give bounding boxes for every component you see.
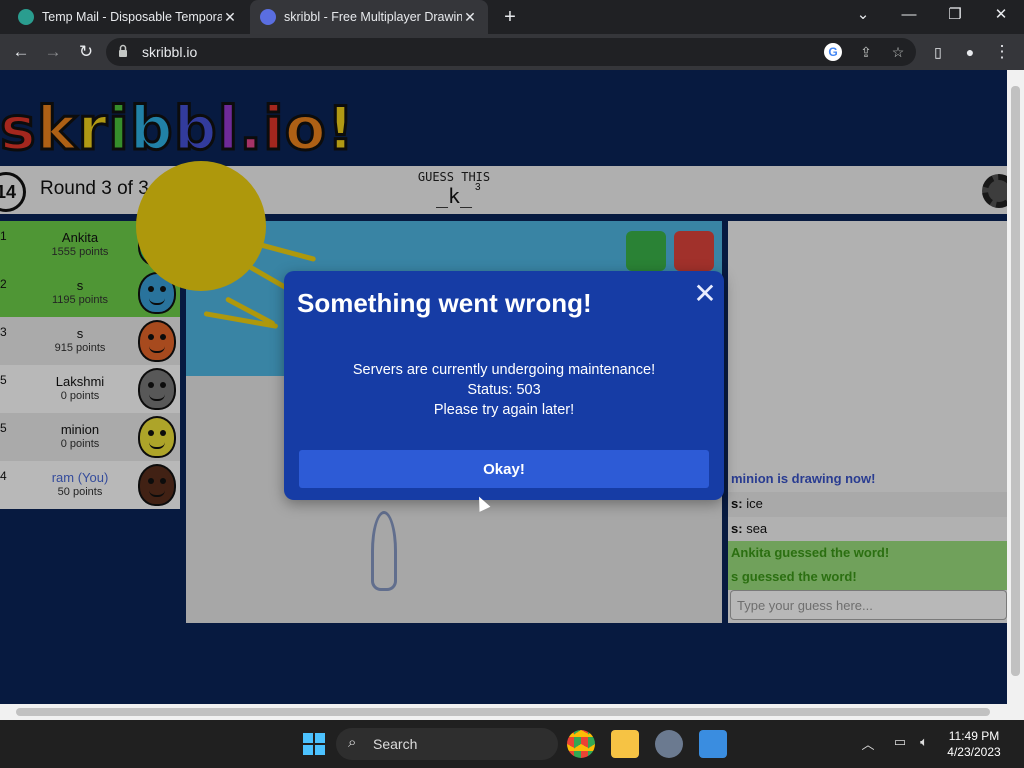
- windows-taskbar: ⌕ Search ︿ ▭ 🔈︎ 11:49 PM 4/23/2023: [0, 720, 1024, 768]
- minimize-button[interactable]: —: [886, 0, 932, 34]
- profile-icon[interactable]: ●: [958, 40, 982, 64]
- start-windows-icon[interactable]: [300, 730, 328, 758]
- clock-time: 11:49 PM: [948, 729, 1000, 743]
- dialog-message-line: Servers are currently undergoing mainten…: [352, 362, 656, 378]
- dialog-title: Something went wrong!: [297, 288, 592, 318]
- bookmark-star-icon[interactable]: ☆: [888, 42, 908, 62]
- search-icon: ⌕: [348, 734, 357, 751]
- restore-button[interactable]: ❐: [932, 0, 978, 34]
- scrollbar-thumb[interactable]: [16, 708, 990, 716]
- browser-toolbar: ← → ↻ skribbl.io G ⇪ ☆ ▯ ● ⋮: [0, 34, 1024, 70]
- skribbl-page: skribbl.io! 14 Round 3 of 3 GUESS THIS _…: [0, 70, 1007, 704]
- tab-close-icon[interactable]: ✕: [462, 9, 478, 26]
- vertical-scrollbar[interactable]: [1007, 70, 1024, 704]
- horizontal-scrollbar[interactable]: [0, 704, 1024, 720]
- new-tab-button[interactable]: +: [498, 5, 522, 29]
- address-bar[interactable]: skribbl.io G ⇪ ☆: [106, 38, 916, 66]
- temp-mail-favicon-icon: [18, 9, 34, 25]
- skribbl-favicon-icon: [260, 9, 276, 25]
- dialog-message-line: Please try again later!: [433, 402, 575, 418]
- volume-icon[interactable]: 🔈︎: [914, 734, 934, 750]
- error-dialog: Something went wrong! ✕ Servers are curr…: [284, 271, 724, 500]
- settings-app-icon[interactable]: [655, 730, 683, 758]
- back-button[interactable]: ←: [9, 40, 33, 64]
- lock-icon: [119, 44, 127, 57]
- tab-skribbl[interactable]: skribbl - Free Multiplayer Drawing & Gue…: [250, 0, 488, 34]
- taskbar-search[interactable]: ⌕ Search: [336, 728, 558, 760]
- close-window-button[interactable]: ✕: [978, 0, 1024, 34]
- reload-button[interactable]: ↻: [74, 40, 98, 64]
- network-icon[interactable]: ▭: [890, 734, 910, 750]
- taskbar-clock[interactable]: 11:49 PM 4/23/2023: [932, 728, 1016, 760]
- show-hidden-icons-chevron-icon[interactable]: ︿: [860, 734, 876, 753]
- tab-temp-mail[interactable]: Temp Mail - Disposable Temporary Email ✕: [8, 0, 248, 34]
- side-panel-icon[interactable]: ▯: [926, 40, 950, 64]
- scrollbar-thumb[interactable]: [1011, 86, 1020, 676]
- tab-close-icon[interactable]: ✕: [222, 9, 238, 26]
- search-label: Search: [373, 736, 418, 752]
- google-lens-icon[interactable]: G: [824, 43, 842, 61]
- clock-date: 4/23/2023: [947, 745, 1001, 759]
- close-icon[interactable]: ✕: [692, 280, 718, 308]
- menu-kebab-icon[interactable]: ⋮: [990, 40, 1014, 64]
- chrome-icon[interactable]: [567, 730, 595, 758]
- tab-search-chevron-icon[interactable]: ⌄: [840, 0, 886, 34]
- forward-button[interactable]: →: [41, 40, 65, 64]
- share-icon[interactable]: ⇪: [856, 42, 876, 62]
- microsoft-store-icon[interactable]: [699, 730, 727, 758]
- tab-title: Temp Mail - Disposable Temporary Email: [42, 10, 222, 24]
- browser-titlebar: Temp Mail - Disposable Temporary Email ✕…: [0, 0, 1024, 34]
- url-text: skribbl.io: [142, 44, 198, 60]
- okay-button[interactable]: Okay!: [299, 450, 709, 488]
- tab-title: skribbl - Free Multiplayer Drawing & Gue…: [284, 10, 462, 24]
- dialog-status-line: Status: 503: [467, 382, 541, 398]
- file-explorer-icon[interactable]: [611, 730, 639, 758]
